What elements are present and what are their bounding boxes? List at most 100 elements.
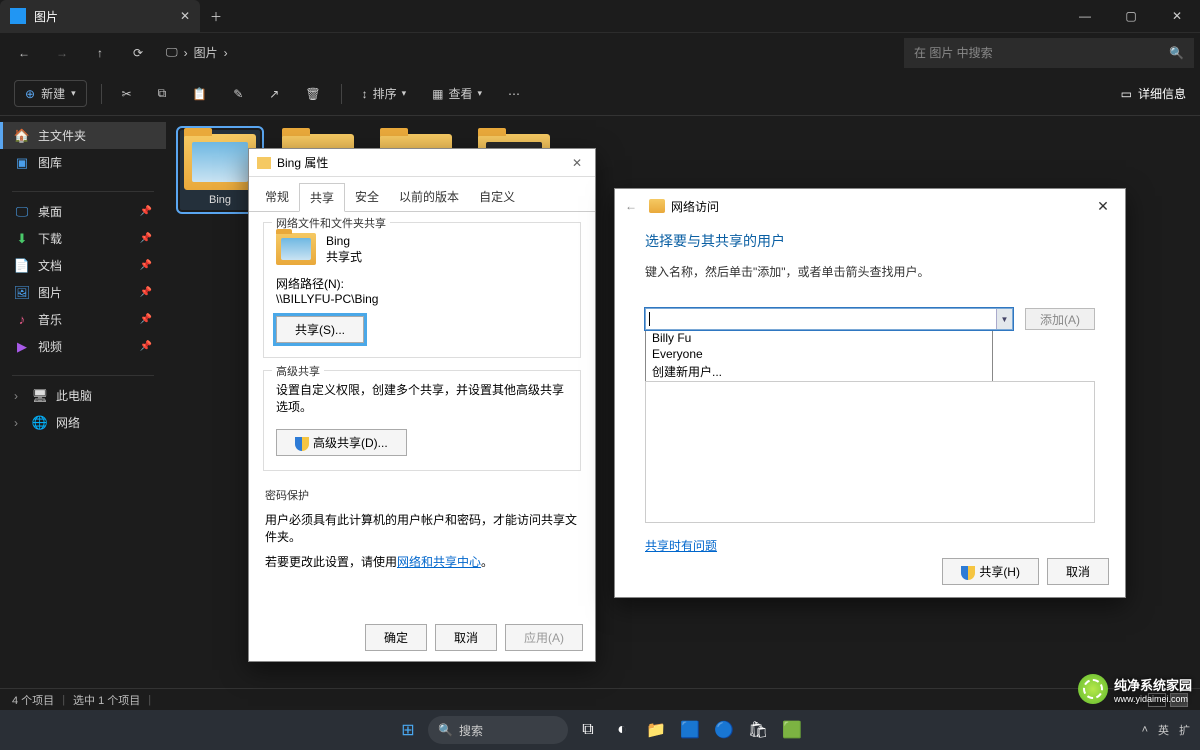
details-pane-button[interactable]: ▭ 详细信息 <box>1121 85 1186 102</box>
tab-previous[interactable]: 以前的版本 <box>389 183 469 211</box>
share-button[interactable]: 共享(S)... <box>276 316 364 343</box>
sidebar-item-documents[interactable]: 📄文档📌 <box>0 252 166 279</box>
sort-button[interactable]: ↕排序▾ <box>356 81 413 106</box>
app-button[interactable]: 🟦 <box>676 716 704 744</box>
sidebar-item-desktop[interactable]: 🖵桌面📌 <box>0 198 166 225</box>
sidebar-item-pictures[interactable]: 🖼图片📌 <box>0 279 166 306</box>
sidebar: 🏠主文件夹 ▣图库 🖵桌面📌 ⬇下载📌 📄文档📌 🖼图片📌 ♪音乐📌 ▶视频📌 … <box>0 116 166 688</box>
taskbar: ⊞ 🔍搜索 ⧉ ◐ 📁 🟦 🔵 🛍 🟩 ˄ 英 扩 <box>0 710 1200 750</box>
sidebar-item-gallery[interactable]: ▣图库 <box>0 149 166 176</box>
view-button[interactable]: ▦查看▾ <box>426 81 488 106</box>
close-button[interactable]: ✕ <box>567 156 587 170</box>
user-combobox[interactable]: ▼ <box>645 308 1013 330</box>
cancel-button[interactable]: 取消 <box>435 624 497 651</box>
dialog-titlebar[interactable]: ← 网络访问 ✕ <box>615 189 1125 223</box>
refresh-button[interactable]: ⟳ <box>120 37 156 69</box>
dropdown-item-newuser[interactable]: 创建新用户... <box>646 362 992 381</box>
close-window-button[interactable]: ✕ <box>1154 0 1200 32</box>
dropdown-item-billyfu[interactable]: Billy Fu <box>646 330 992 346</box>
taskbar-search[interactable]: 🔍搜索 <box>428 716 568 744</box>
tray-chevron[interactable]: ˄ <box>1142 724 1148 736</box>
tab-general[interactable]: 常规 <box>255 183 299 211</box>
maximize-button[interactable]: ▢ <box>1108 0 1154 32</box>
password-protection-group: 密码保护 用户必须具有此计算机的用户帐户和密码，才能访问共享文件夹。 若要更改此… <box>263 483 581 574</box>
tab-custom[interactable]: 自定义 <box>469 183 525 211</box>
forward-button[interactable]: → <box>44 37 80 69</box>
advanced-description: 设置自定义权限，创建多个共享，并设置其他高级共享选项。 <box>276 381 568 415</box>
advanced-share-button[interactable]: 高级共享(D)... <box>276 429 407 456</box>
user-combo-row: ▼ 添加(A) <box>645 308 1095 330</box>
dialog-title: Bing 属性 <box>277 154 328 171</box>
dropdown-item-everyone[interactable]: Everyone <box>646 346 992 362</box>
folder-icon <box>184 134 256 190</box>
cut-icon: ✂ <box>122 87 132 101</box>
ime-mode[interactable]: 扩 <box>1179 722 1190 738</box>
details-icon: ▭ <box>1121 87 1132 101</box>
close-tab-icon[interactable]: ✕ <box>180 9 190 23</box>
delete-button[interactable]: 🗑 <box>299 83 326 105</box>
dialog-heading: 选择要与其共享的用户 <box>645 231 1095 251</box>
sidebar-item-music[interactable]: ♪音乐📌 <box>0 306 166 333</box>
pin-icon[interactable]: 📌 <box>140 341 152 352</box>
share-button[interactable]: 共享(H) <box>942 558 1039 585</box>
help-link[interactable]: 共享时有问题 <box>645 537 717 554</box>
chevron-down-icon[interactable]: ▼ <box>996 309 1012 329</box>
more-button[interactable]: ⋯ <box>502 83 526 105</box>
back-button[interactable]: ← <box>625 199 637 213</box>
watermark-badge-icon <box>1078 674 1108 704</box>
sidebar-item-thispc[interactable]: ›🖥此电脑 <box>0 382 166 409</box>
sidebar-item-network[interactable]: ›🌐网络 <box>0 409 166 436</box>
cancel-button[interactable]: 取消 <box>1047 558 1109 585</box>
up-button[interactable]: ↑ <box>82 37 118 69</box>
search-icon[interactable]: 🔍 <box>1169 46 1184 60</box>
sidebar-item-home[interactable]: 🏠主文件夹 <box>0 122 166 149</box>
folder-icon <box>649 199 665 213</box>
pin-icon[interactable]: 📌 <box>140 206 152 217</box>
tab-sharing[interactable]: 共享 <box>299 183 345 212</box>
dialog-titlebar[interactable]: Bing 属性 ✕ <box>249 149 595 177</box>
breadcrumb-pictures[interactable]: 图片 <box>194 44 218 61</box>
share-button[interactable]: ↗ <box>263 83 285 105</box>
navbar: ← → ↑ ⟳ 🖵 › 图片 › 在 图片 中搜索 🔍 <box>0 32 1200 72</box>
pin-icon[interactable]: 📌 <box>140 260 152 271</box>
copy-button[interactable]: ⧉ <box>152 82 173 105</box>
chevron-down-icon: ▾ <box>402 88 407 99</box>
ime-lang[interactable]: 英 <box>1158 722 1169 738</box>
new-tab-button[interactable]: ＋ <box>200 8 232 25</box>
apply-button[interactable]: 应用(A) <box>505 624 583 651</box>
watermark-url: www.yidaimei.com <box>1114 694 1192 704</box>
search-input[interactable]: 在 图片 中搜索 🔍 <box>904 38 1194 68</box>
user-list <box>645 381 1095 523</box>
tab-pictures[interactable]: 图片 ✕ <box>0 0 200 32</box>
rename-button[interactable]: ✎ <box>227 83 249 105</box>
network-sharing-group: 网络文件和文件夹共享 Bing 共享式 网络路径(N): \\BILLYFU-P… <box>263 222 581 358</box>
pin-icon[interactable]: 📌 <box>140 314 152 325</box>
new-button[interactable]: ⊕ 新建 ▾ <box>14 80 87 107</box>
taskview-button[interactable]: ⧉ <box>574 716 602 744</box>
tab-security[interactable]: 安全 <box>345 183 389 211</box>
explorer-button[interactable]: 📁 <box>642 716 670 744</box>
dialog-tabs: 常规 共享 安全 以前的版本 自定义 <box>249 183 595 212</box>
sidebar-item-videos[interactable]: ▶视频📌 <box>0 333 166 360</box>
start-button[interactable]: ⊞ <box>394 716 422 744</box>
close-button[interactable]: ✕ <box>1091 194 1115 218</box>
paste-button[interactable]: 📋 <box>186 83 213 105</box>
minimize-button[interactable]: — <box>1062 0 1108 32</box>
pin-icon[interactable]: 📌 <box>140 233 152 244</box>
separator: | <box>148 694 151 706</box>
back-button[interactable]: ← <box>6 37 42 69</box>
dialog-footer: 共享(H) 取消 <box>942 558 1109 585</box>
network-center-link[interactable]: 网络和共享中心 <box>397 555 481 569</box>
pin-icon[interactable]: 📌 <box>140 287 152 298</box>
store-button[interactable]: 🛍 <box>744 716 772 744</box>
edge-button[interactable]: 🔵 <box>710 716 738 744</box>
cut-button[interactable]: ✂ <box>116 83 138 105</box>
widgets-button[interactable]: ◐ <box>608 716 636 744</box>
ok-button[interactable]: 确定 <box>365 624 427 651</box>
watermark: 纯净系统家园 www.yidaimei.com <box>1078 674 1192 704</box>
sidebar-item-downloads[interactable]: ⬇下载📌 <box>0 225 166 252</box>
app-button[interactable]: 🟩 <box>778 716 806 744</box>
chevron-right-icon: › <box>184 46 188 60</box>
add-button[interactable]: 添加(A) <box>1025 308 1095 330</box>
breadcrumb[interactable]: 🖵 › 图片 › <box>166 44 228 61</box>
